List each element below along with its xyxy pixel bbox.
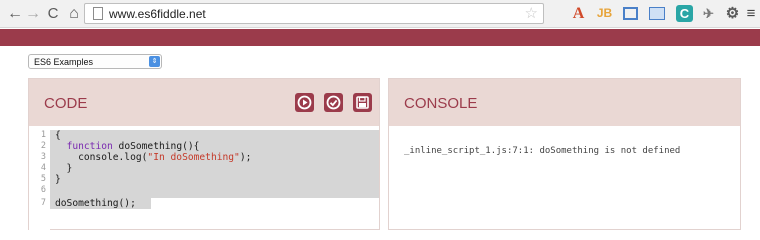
chevron-updown-icon: ⇕ [149, 56, 160, 67]
browser-toolbar: ← → C ⌂ www.es6fiddle.net ☆ A JB C ✈ ⚙ ≡ [0, 0, 760, 28]
frame-icon[interactable] [623, 7, 638, 20]
gear-icon[interactable]: ⚙ [724, 5, 741, 22]
code-line: } [55, 163, 73, 174]
code-panel: CODE 1 2 3 4 5 6 7 {function doSomethin… [28, 78, 380, 230]
acrobat-a-icon[interactable]: A [570, 5, 587, 22]
examples-select-value: ES6 Examples [34, 57, 94, 67]
bookmark-star-icon[interactable]: ☆ [525, 5, 538, 23]
code-panel-header: CODE [29, 79, 379, 126]
page-icon [93, 7, 103, 20]
console-output: _inline_script_1.js:7:1: doSomething is … [404, 146, 681, 156]
c-icon-label: C [679, 6, 690, 21]
code-line: function doSomething(){ [55, 141, 200, 152]
code-text: doSomething(){ [112, 141, 200, 152]
satellite-icon[interactable]: ✈ [700, 5, 717, 22]
code-text: ); [239, 152, 252, 163]
home-icon[interactable]: ⌂ [65, 4, 83, 24]
code-line: { [55, 130, 61, 141]
forward-icon[interactable]: → [24, 4, 42, 24]
play-icon [297, 95, 312, 110]
line-number: 4 [40, 163, 46, 173]
code-line: } [55, 174, 61, 185]
check-circle-icon [326, 95, 341, 110]
console-panel-header: CONSOLE [389, 79, 740, 126]
code-line: console.log("In doSomething"); [55, 152, 251, 163]
console-panel: CONSOLE _inline_script_1.js:7:1: doSomet… [388, 78, 741, 230]
url-text: www.es6fiddle.net [109, 7, 206, 21]
image-icon[interactable] [649, 7, 665, 20]
menu-icon[interactable]: ≡ [745, 5, 757, 22]
code-line: doSomething(); [55, 198, 136, 209]
examples-select[interactable]: ES6 Examples ⇕ [28, 54, 162, 69]
line-number: 2 [40, 141, 46, 151]
code-text: console.log( [55, 152, 148, 163]
site-header-bar [0, 29, 760, 46]
run-button[interactable] [295, 93, 314, 112]
reload-icon[interactable]: C [44, 4, 62, 24]
save-icon [356, 96, 369, 109]
line-number: 7 [40, 198, 46, 208]
code-keyword: function [66, 141, 113, 152]
line-number: 1 [40, 130, 46, 140]
save-button[interactable] [353, 93, 372, 112]
lint-button[interactable] [324, 93, 343, 112]
jb-icon[interactable]: JB [596, 5, 613, 22]
console-panel-title: CONSOLE [404, 95, 478, 112]
address-bar[interactable]: www.es6fiddle.net ☆ [84, 3, 544, 24]
code-panel-title: CODE [44, 95, 88, 112]
back-icon[interactable]: ← [6, 4, 24, 24]
code-editor[interactable]: 1 2 3 4 5 6 7 { function doSomething(){ … [29, 130, 379, 230]
line-number: 5 [40, 174, 46, 184]
line-number: 3 [40, 152, 46, 162]
line-number: 6 [40, 185, 46, 195]
c-icon[interactable]: C [676, 5, 693, 22]
code-string: "In doSomething" [147, 152, 240, 163]
